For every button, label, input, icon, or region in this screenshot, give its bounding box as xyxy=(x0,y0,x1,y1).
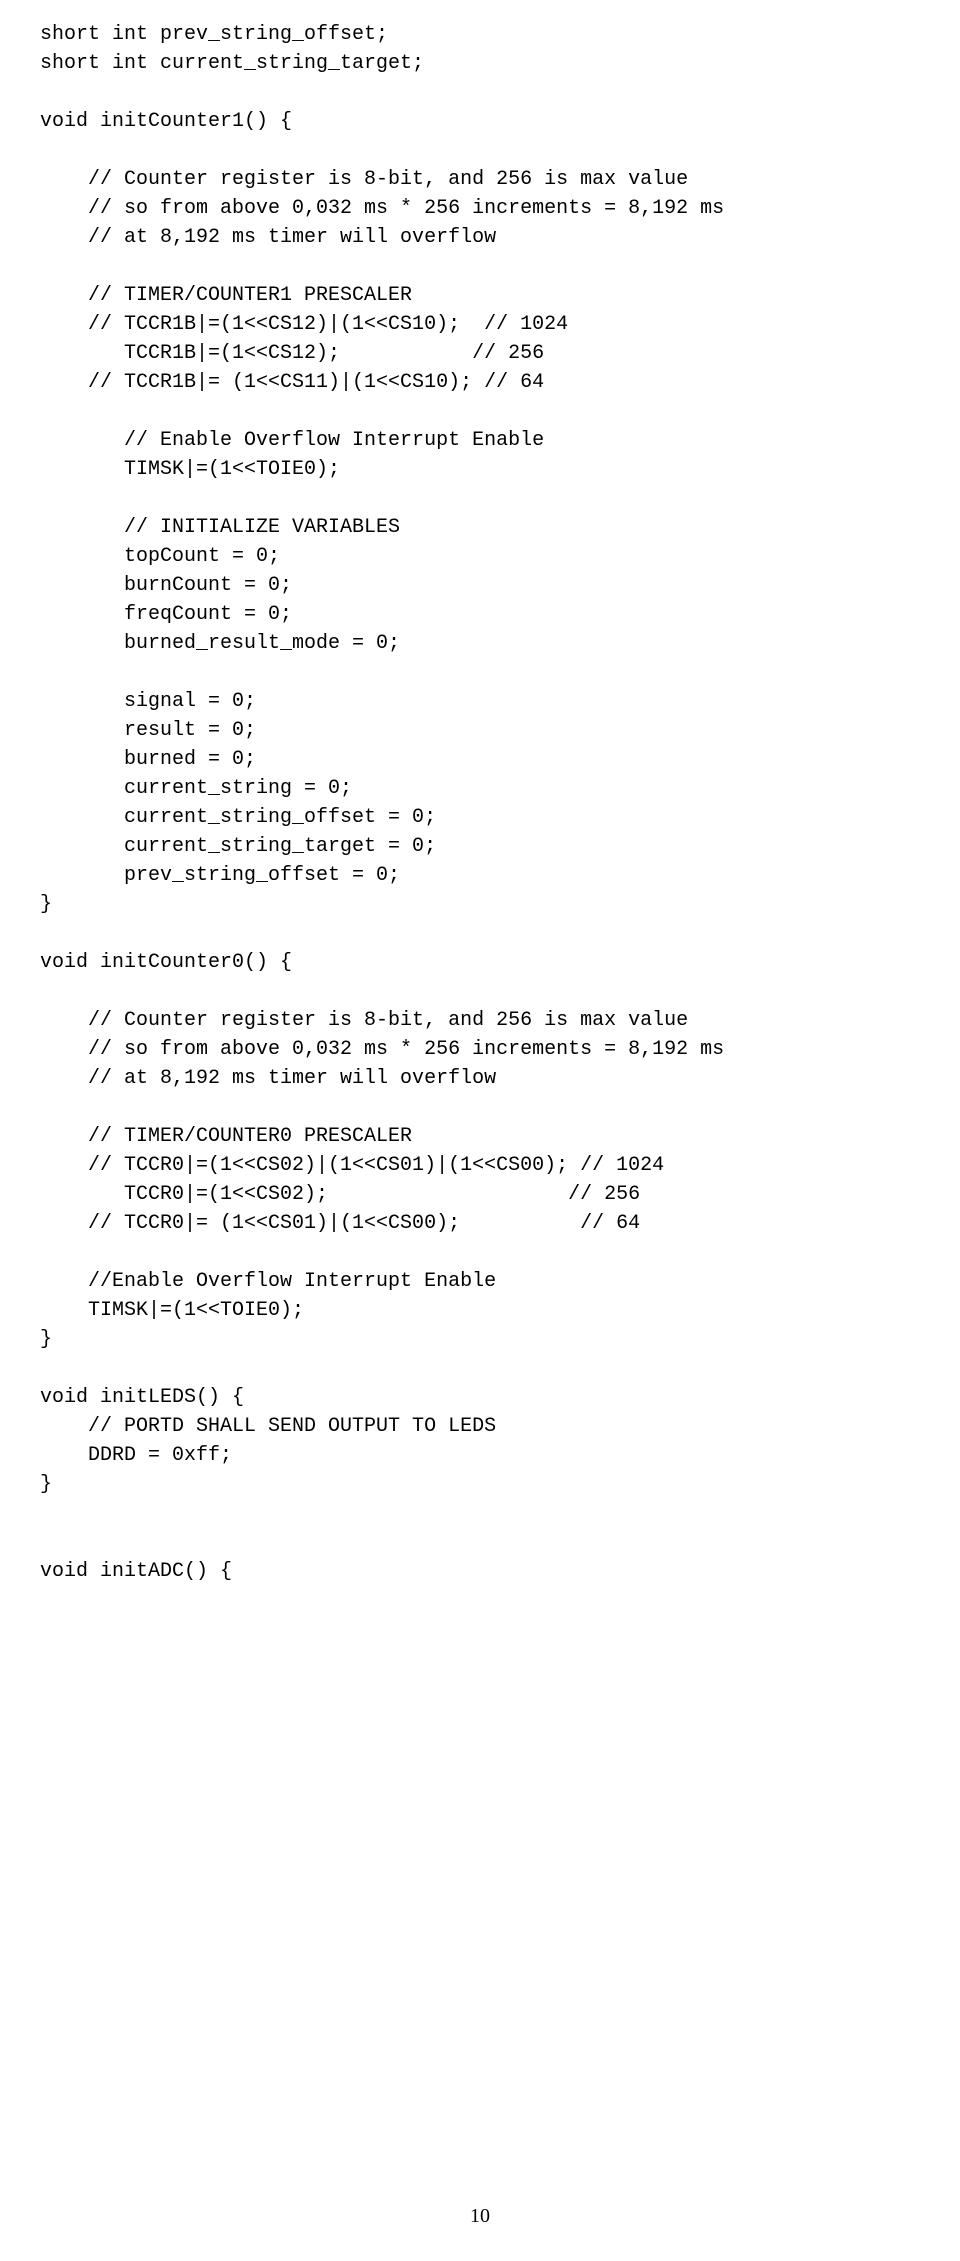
code-listing: short int prev_string_offset; short int … xyxy=(40,20,920,1586)
page-number: 10 xyxy=(0,2202,960,2231)
document-page: short int prev_string_offset; short int … xyxy=(0,0,960,2261)
